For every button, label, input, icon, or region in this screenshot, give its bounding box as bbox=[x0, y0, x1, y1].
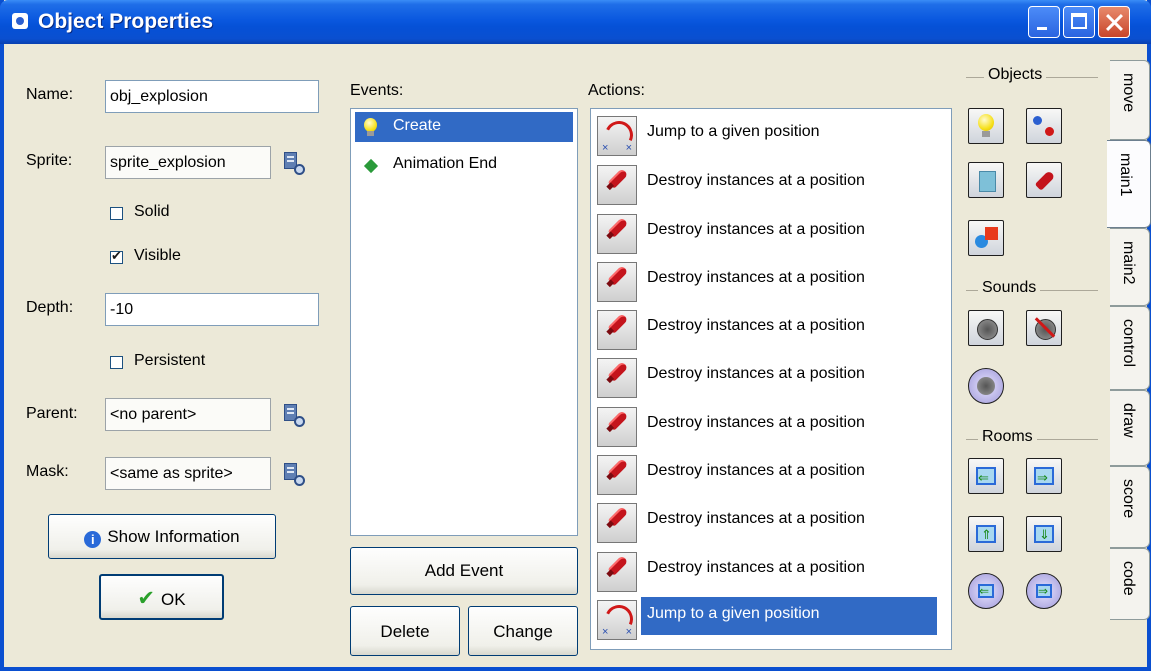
events-title: Events: bbox=[350, 82, 404, 99]
tab-code[interactable]: code bbox=[1110, 548, 1150, 620]
tab-main1[interactable]: main1 bbox=[1107, 140, 1151, 228]
action-item[interactable]: Destroy instances at a position bbox=[595, 307, 945, 353]
action-item[interactable]: Destroy instances at a position bbox=[595, 404, 945, 450]
sprite-label: Sprite: bbox=[26, 152, 73, 169]
next-room-icon[interactable]: ⇒ bbox=[1026, 458, 1062, 494]
play-sound-icon[interactable] bbox=[968, 310, 1004, 346]
destroy-icon bbox=[597, 455, 637, 495]
depth-field[interactable]: -10 bbox=[105, 293, 319, 326]
action-library: Objects Sounds Rooms ⇐ ⇒ ⇑ ⇓ ⇐ ⇒ bbox=[956, 66, 1108, 666]
check-previous-room-icon[interactable]: ⇐ bbox=[968, 573, 1004, 609]
lightbulb-icon bbox=[363, 118, 379, 136]
ok-button[interactable]: ✔ OK bbox=[99, 574, 224, 620]
action-item[interactable]: Destroy instances at a position bbox=[595, 211, 945, 257]
destroy-icon bbox=[597, 407, 637, 447]
tab-main2[interactable]: main2 bbox=[1110, 228, 1150, 306]
actions-list[interactable]: × × Jump to a given position Destroy inst… bbox=[590, 108, 952, 650]
event-item-create[interactable]: Create bbox=[355, 112, 573, 142]
app-icon bbox=[12, 13, 28, 29]
destroy-icon bbox=[597, 552, 637, 592]
visible-checkbox[interactable] bbox=[110, 248, 123, 264]
sprite-picker-icon[interactable] bbox=[284, 152, 305, 175]
destroy-icon bbox=[597, 503, 637, 543]
destroy-icon bbox=[597, 165, 637, 205]
previous-room-icon[interactable]: ⇐ bbox=[968, 458, 1004, 494]
parent-label: Parent: bbox=[26, 405, 78, 422]
change-sprite-icon[interactable] bbox=[968, 220, 1004, 256]
info-icon: i bbox=[84, 531, 102, 548]
ok-label: OK bbox=[161, 590, 186, 609]
change-button[interactable]: Change bbox=[468, 606, 578, 656]
show-information-label: Show Information bbox=[107, 527, 240, 546]
events-list[interactable]: Create Animation End bbox=[350, 108, 578, 536]
maximize-button[interactable] bbox=[1063, 6, 1095, 38]
action-item[interactable]: Destroy instances at a position bbox=[595, 162, 945, 208]
persistent-label: Persistent bbox=[134, 352, 206, 369]
restart-room-icon[interactable]: ⇑ bbox=[968, 516, 1004, 552]
action-item[interactable]: Destroy instances at a position bbox=[595, 500, 945, 546]
destroy-icon bbox=[597, 214, 637, 254]
change-instance-icon[interactable] bbox=[1026, 108, 1062, 144]
add-event-button[interactable]: Add Event bbox=[350, 547, 578, 595]
check-next-room-icon[interactable]: ⇒ bbox=[1026, 573, 1062, 609]
event-item-animation-end[interactable]: Animation End bbox=[355, 150, 573, 180]
solid-label: Solid bbox=[134, 203, 170, 220]
title-bar[interactable]: Object Properties bbox=[0, 0, 1151, 44]
action-item[interactable]: × × Jump to a given position bbox=[595, 113, 945, 159]
tab-control[interactable]: control bbox=[1110, 306, 1150, 390]
tab-move[interactable]: move bbox=[1110, 60, 1150, 140]
jump-icon: × × bbox=[597, 600, 637, 640]
mask-picker-icon[interactable] bbox=[284, 463, 305, 486]
green-diamond-icon bbox=[363, 156, 379, 174]
destroy-instance-icon[interactable] bbox=[1026, 162, 1062, 198]
window-title: Object Properties bbox=[38, 10, 214, 33]
depth-label: Depth: bbox=[26, 299, 74, 316]
parent-field[interactable]: <no parent> bbox=[105, 398, 271, 431]
object-properties-window: Object Properties Name: obj_explosion Sp… bbox=[0, 0, 1151, 671]
action-item[interactable]: × × Jump to a given position bbox=[595, 597, 945, 643]
tab-score[interactable]: score bbox=[1110, 466, 1150, 548]
sprite-field[interactable]: sprite_explosion bbox=[105, 146, 271, 179]
action-item[interactable]: Destroy instances at a position bbox=[595, 355, 945, 401]
action-item[interactable]: Destroy instances at a position bbox=[595, 259, 945, 305]
stop-sound-icon[interactable] bbox=[1026, 310, 1062, 346]
persistent-checkbox[interactable] bbox=[110, 356, 123, 369]
mask-label: Mask: bbox=[26, 463, 69, 480]
visible-label: Visible bbox=[134, 247, 181, 264]
action-item[interactable]: Destroy instances at a position bbox=[595, 452, 945, 498]
tab-draw[interactable]: draw bbox=[1110, 390, 1150, 466]
create-moving-icon[interactable] bbox=[968, 162, 1004, 198]
actions-title: Actions: bbox=[588, 82, 645, 99]
destroy-icon bbox=[597, 310, 637, 350]
check-sound-icon[interactable] bbox=[968, 368, 1004, 404]
different-room-icon[interactable]: ⇓ bbox=[1026, 516, 1062, 552]
mask-field[interactable]: <same as sprite> bbox=[105, 457, 271, 490]
minimize-button[interactable] bbox=[1028, 6, 1060, 38]
create-instance-icon[interactable] bbox=[968, 108, 1004, 144]
solid-checkbox[interactable] bbox=[110, 207, 123, 220]
sounds-group-title: Sounds bbox=[978, 279, 1041, 297]
rooms-group-title: Rooms bbox=[978, 428, 1037, 446]
show-information-button[interactable]: i Show Information bbox=[48, 514, 276, 559]
parent-picker-icon[interactable] bbox=[284, 404, 305, 427]
destroy-icon bbox=[597, 358, 637, 398]
destroy-icon bbox=[597, 262, 637, 302]
name-field[interactable]: obj_explosion bbox=[105, 80, 319, 113]
delete-button[interactable]: Delete bbox=[350, 606, 460, 656]
jump-icon: × × bbox=[597, 116, 637, 156]
name-label: Name: bbox=[26, 86, 74, 103]
objects-group-title: Objects bbox=[984, 66, 1047, 84]
checkmark-icon: ✔ bbox=[137, 587, 156, 610]
close-button[interactable] bbox=[1098, 6, 1130, 38]
action-item[interactable]: Destroy instances at a position bbox=[595, 549, 945, 595]
